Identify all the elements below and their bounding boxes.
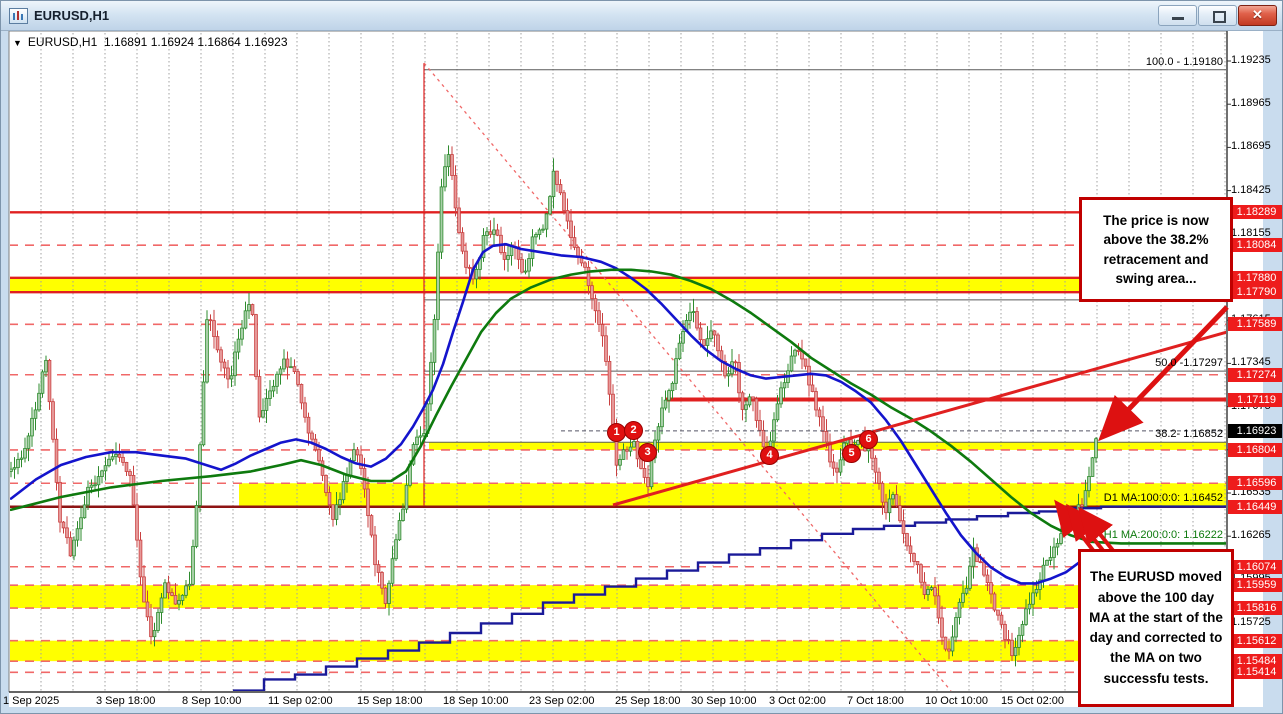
header-open: 1.16891 [104,35,147,49]
callout-ma-test[interactable]: The EURUSD moved above the 100 day MA at… [1078,549,1234,707]
header-high: 1.16924 [151,35,194,49]
callout-retracement[interactable]: The price is now above the 38.2% retrace… [1079,197,1233,302]
header-close: 1.16923 [244,35,287,49]
close-button[interactable]: ✕ [1238,5,1277,26]
chart-app-icon [9,8,28,24]
mt4-window: EURUSD,H1 ✕ ▼ EURUSD,H1 1.16891 1.16924 1… [0,0,1283,714]
chart-client-area: ▼ EURUSD,H1 1.16891 1.16924 1.16864 1.169… [1,31,1283,714]
window-title: EURUSD,H1 [34,8,109,23]
symbol-dropdown-icon[interactable]: ▼ [13,38,22,48]
maximize-icon [1213,11,1226,23]
window-titlebar: EURUSD,H1 ✕ [1,1,1282,31]
callout-ma-test-text: The EURUSD moved above the 100 day MA at… [1089,567,1223,689]
minimize-button[interactable] [1158,5,1197,26]
maximize-button[interactable] [1198,5,1237,26]
header-low: 1.16864 [197,35,240,49]
close-icon: ✕ [1239,7,1276,23]
header-symbol: EURUSD,H1 [28,35,97,49]
window-controls: ✕ [1158,5,1277,26]
chart-header: ▼ EURUSD,H1 1.16891 1.16924 1.16864 1.169… [13,35,288,49]
minimize-icon [1172,17,1184,20]
callout-retracement-text: The price is now above the 38.2% retrace… [1090,211,1222,288]
